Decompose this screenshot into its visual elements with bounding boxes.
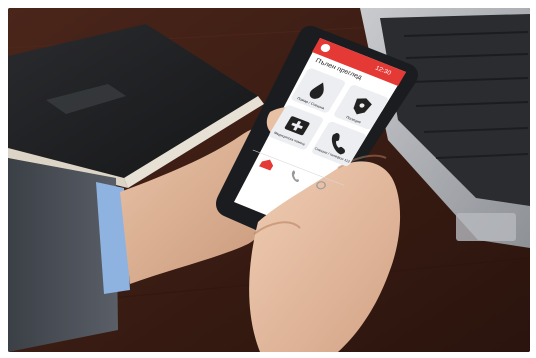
image-frame: 12:30 Пълен преглед Пожар / Спешна Полиц…: [0, 0, 536, 358]
photo: 12:30 Пълен преглед Пожар / Спешна Полиц…: [8, 8, 530, 352]
laptop-trackpad: [456, 213, 516, 241]
photo-scene: [8, 8, 530, 352]
